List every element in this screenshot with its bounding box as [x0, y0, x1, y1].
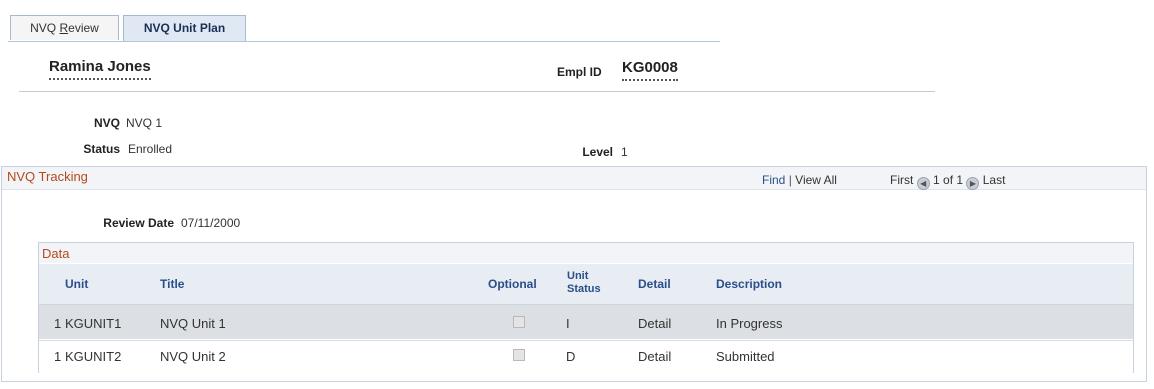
data-grid-title-bar: [39, 243, 1133, 263]
previous-arrow-icon[interactable]: ◀: [916, 177, 930, 190]
employee-name: Ramina Jones: [49, 58, 151, 80]
nav-divider: |: [788, 173, 792, 187]
status-label: Status: [83, 142, 120, 156]
first-label: First: [890, 173, 914, 187]
nvq-value: NVQ 1: [126, 116, 163, 130]
tab-label-post: eview: [68, 21, 99, 35]
description-cell: Submitted: [716, 349, 775, 364]
unit-cell: KGUNIT2: [65, 349, 122, 364]
last-label: Last: [982, 173, 1006, 187]
optional-checkbox[interactable]: [513, 316, 525, 328]
data-grid-title: Data: [42, 246, 70, 261]
tracking-navigation: Find | View All: [762, 173, 837, 187]
pagination: First ◀ 1 of 1 ▶ Last: [890, 173, 1005, 190]
empl-id-value: KG0008: [622, 59, 678, 81]
unit-status-cell: I: [566, 316, 570, 331]
review-date-value: 07/11/2000: [181, 216, 241, 230]
column-header-title[interactable]: Title: [160, 277, 184, 291]
review-date-label: Review Date: [103, 216, 174, 230]
row-number: 1: [54, 349, 62, 364]
tab-nvq-review[interactable]: NVQ Review: [10, 15, 119, 40]
column-header-optional[interactable]: Optional: [488, 277, 537, 291]
column-header-detail[interactable]: Detail: [638, 277, 671, 291]
row-number: 1: [54, 316, 62, 331]
nvq-tracking-title: NVQ Tracking: [7, 169, 88, 184]
view-all-link[interactable]: View All: [795, 173, 837, 187]
unit-status-cell: D: [566, 349, 576, 364]
tab-underline: [8, 41, 720, 42]
empl-id-label: Empl ID: [557, 65, 602, 79]
next-arrow-icon[interactable]: ▶: [966, 177, 980, 190]
unit-status-line-2: Status: [567, 283, 601, 295]
tab-label-accesskey: R: [59, 21, 69, 35]
optional-checkbox[interactable]: [513, 349, 525, 361]
status-value: Enrolled: [128, 142, 173, 156]
find-link[interactable]: Find: [762, 173, 785, 187]
level-value: 1: [621, 145, 628, 159]
unit-cell: KGUNIT1: [65, 316, 122, 331]
detail-link[interactable]: Detail: [638, 316, 671, 331]
column-header-unit[interactable]: Unit: [65, 277, 88, 291]
page-count: 1 of 1: [933, 173, 964, 187]
title-cell: NVQ Unit 1: [160, 316, 226, 331]
description-cell: In Progress: [716, 316, 783, 331]
header-divider: [19, 91, 935, 92]
nvq-label: NVQ: [93, 116, 120, 130]
unit-status-line-1: Unit: [567, 270, 589, 282]
detail-link[interactable]: Detail: [638, 349, 671, 364]
level-label: Level: [582, 145, 613, 159]
title-cell: NVQ Unit 2: [160, 349, 226, 364]
column-header-description[interactable]: Description: [716, 277, 782, 291]
tab-nvq-unit-plan[interactable]: NVQ Unit Plan: [123, 15, 246, 42]
column-header-unit-status[interactable]: Unit Status: [567, 270, 601, 296]
tab-label-pre: NVQ: [30, 21, 60, 35]
